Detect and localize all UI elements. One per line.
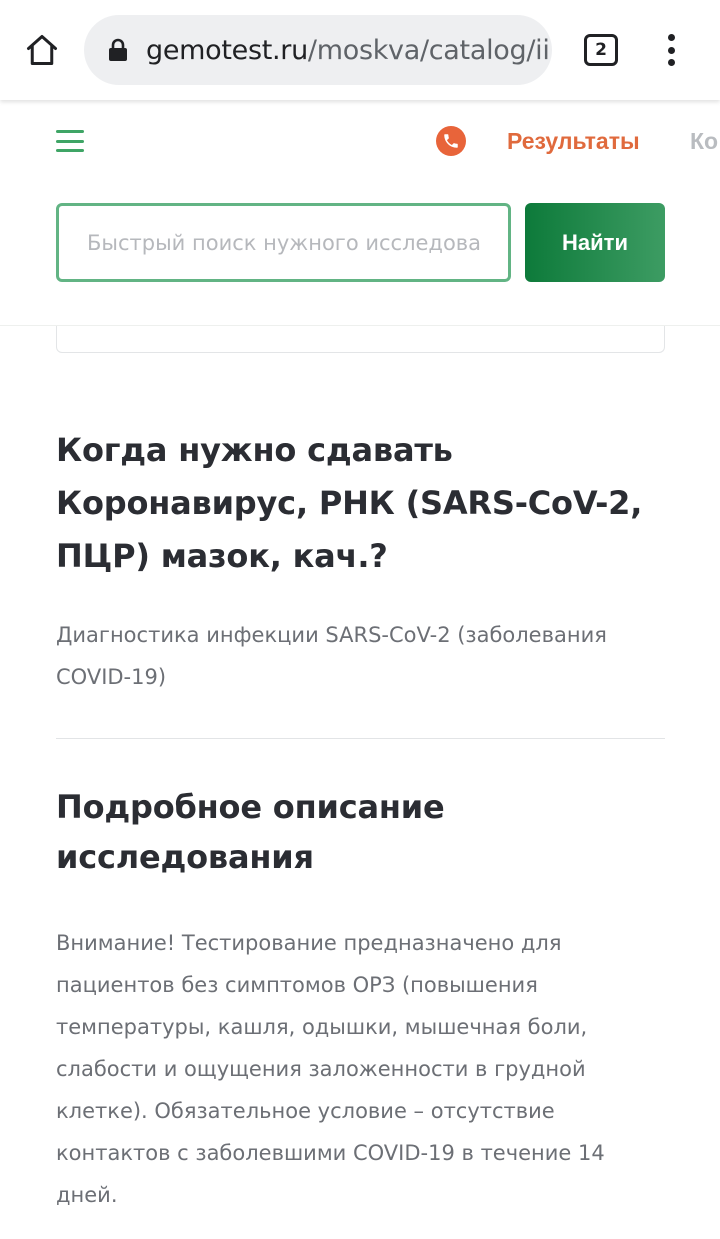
- url-path: /moskva/catalog/ii: [307, 34, 550, 66]
- when-to-test-text: Диагностика инфекции SARS-CoV-2 (заболев…: [56, 623, 607, 689]
- nav-link-truncated[interactable]: Ко: [690, 128, 718, 155]
- description-text: Внимание! Тестирование предназначено для…: [56, 931, 605, 1207]
- hamburger-menu-icon[interactable]: [56, 130, 84, 152]
- phone-icon[interactable]: [436, 126, 466, 156]
- lock-icon: [109, 38, 127, 61]
- url-host: gemotest.ru: [146, 34, 308, 66]
- site-header: Результаты Ко Найти: [0, 100, 720, 326]
- url-text: gemotest.ru/moskva/catalog/ii: [146, 35, 550, 66]
- description-heading: Подробное описание исследования: [56, 788, 445, 876]
- section-divider: [56, 738, 665, 739]
- address-bar[interactable]: gemotest.ru/moskva/catalog/ii: [84, 15, 552, 85]
- results-link[interactable]: Результаты: [507, 128, 640, 155]
- when-to-test-heading: Когда нужно сдавать Коронавирус, РНК (SA…: [56, 431, 643, 575]
- search-input[interactable]: [56, 203, 511, 282]
- more-menu-icon[interactable]: [660, 30, 682, 70]
- browser-toolbar: gemotest.ru/moskva/catalog/ii 2: [0, 0, 720, 100]
- tab-switcher-button[interactable]: 2: [584, 34, 618, 66]
- home-icon[interactable]: [22, 28, 62, 72]
- search-button[interactable]: Найти: [525, 203, 665, 282]
